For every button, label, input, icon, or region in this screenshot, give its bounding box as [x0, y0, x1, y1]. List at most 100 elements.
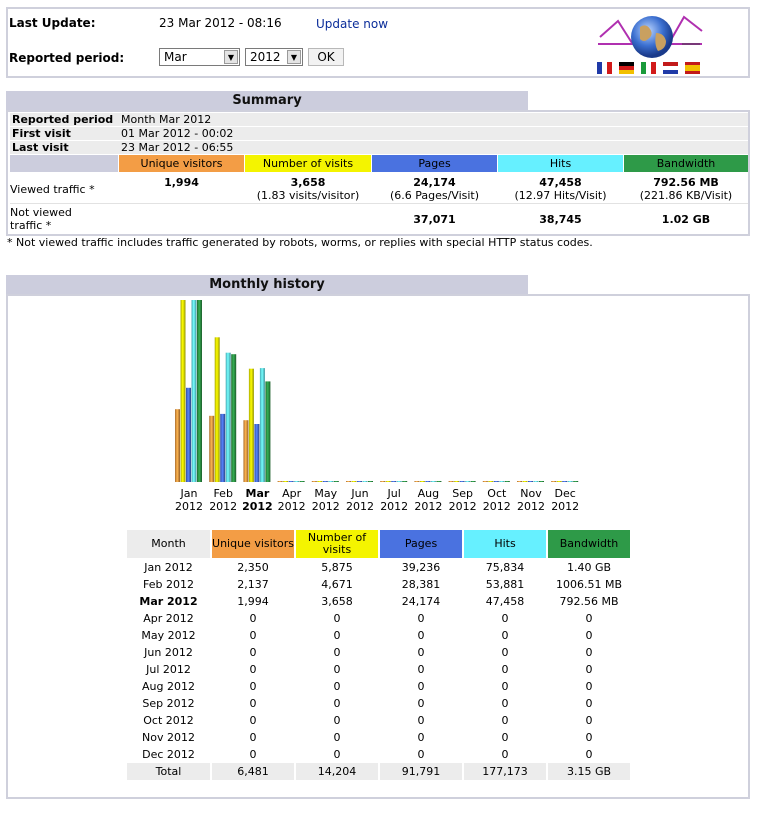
bar-bandwidth_mb-mar	[265, 381, 271, 482]
bar-pages-dec	[562, 481, 568, 482]
bar-hits-dec	[567, 481, 573, 482]
bar-visits-feb	[214, 337, 220, 482]
month-table-total-month: Total	[127, 763, 210, 780]
bar-unique-jul	[380, 481, 386, 482]
x-tick-year-aug: 2012	[414, 500, 442, 513]
month-table-cell-visits: 0	[333, 748, 341, 761]
bar-visits-mar	[248, 368, 254, 482]
bar-bandwidth_mb-nov	[539, 481, 544, 482]
month-table-cell-visits: 5,875	[321, 561, 353, 574]
month-table-header-visits: Number of visits	[296, 530, 378, 558]
x-tick-year-apr: 2012	[278, 500, 306, 513]
bar-pages-mar	[254, 424, 260, 482]
month-table-cell-hits: 0	[501, 680, 509, 693]
bar-pages-jul	[391, 481, 397, 482]
month-table-cell-unique: 0	[249, 697, 257, 710]
month-table-header-hits: Hits	[464, 530, 546, 558]
bar-bandwidth_mb-may	[333, 481, 339, 482]
bar-hits-sep	[465, 481, 471, 482]
x-tick-year-jan: 2012	[175, 500, 203, 513]
month-table-cell-month: Oct 2012	[143, 714, 194, 727]
bar-visits-oct	[488, 481, 494, 482]
month-table-header-unique: Unique visitors	[212, 530, 294, 558]
month-table-cell-month: May 2012	[141, 629, 196, 642]
x-tick-month-nov: Nov	[520, 487, 542, 500]
bar-bandwidth_mb-aug	[436, 481, 442, 482]
bar-unique-dec	[551, 481, 557, 482]
x-tick-month-jun: Jun	[350, 487, 368, 500]
bar-visits-dec	[556, 481, 562, 482]
month-table-cell-hits: 0	[501, 629, 509, 642]
month-table-total-hits: 177,173	[464, 763, 546, 780]
bar-hits-aug	[430, 481, 436, 482]
x-tick-month-feb: Feb	[213, 487, 232, 500]
bar-unique-mar	[243, 420, 249, 482]
bar-hits-apr	[294, 481, 300, 482]
month-table-cell-bandwidth: 0	[585, 646, 593, 659]
month-table-cell-pages: 0	[417, 646, 425, 659]
monthly-history-chart: Jan2012Feb2012Mar2012Apr2012May2012Jun20…	[175, 300, 579, 513]
x-tick-month-jul: Jul	[387, 487, 401, 500]
bar-hits-may	[328, 481, 334, 482]
month-table-cell-unique: 0	[249, 731, 257, 744]
bar-pages-apr	[288, 481, 294, 482]
bar-unique-sep	[448, 481, 454, 482]
bar-bandwidth_mb-dec	[573, 481, 579, 482]
bar-hits-jul	[396, 481, 402, 482]
month-table-header-pages: Pages	[380, 530, 462, 558]
bar-hits-oct	[499, 481, 505, 482]
month-table-cell-bandwidth: 0	[585, 731, 593, 744]
month-table-cell-visits: 0	[333, 680, 341, 693]
bar-pages-jun	[357, 481, 362, 482]
month-table-cell-unique: 0	[249, 663, 257, 676]
month-table-cell-month: Nov 2012	[142, 731, 195, 744]
month-table-cell-month: Jun 2012	[144, 646, 193, 659]
x-tick-year-dec: 2012	[551, 500, 579, 513]
month-table-total-unique: 6,481	[212, 763, 294, 780]
month-table-cell-unique: 0	[249, 748, 257, 761]
month-table-cell-pages: 0	[417, 680, 425, 693]
month-table-total-bandwidth: 3.15 GB	[548, 763, 630, 780]
month-table-cell-pages: 0	[417, 612, 425, 625]
month-table-cell-hits: 0	[501, 612, 509, 625]
month-table-cell-visits: 3,658	[321, 595, 353, 608]
x-tick-month-aug: Aug	[418, 487, 439, 500]
x-tick-month-oct: Oct	[487, 487, 507, 500]
bar-pages-jan	[186, 387, 191, 482]
month-table-cell-hits: 0	[501, 697, 509, 710]
x-tick-month-sep: Sep	[452, 487, 473, 500]
bar-hits-jun	[362, 481, 368, 482]
month-table-cell-bandwidth: 1006.51 MB	[555, 578, 623, 591]
bar-visits-aug	[419, 481, 425, 482]
month-table-total-visits: 14,204	[296, 763, 378, 780]
month-table-cell-hits: 0	[501, 714, 509, 727]
month-table-cell-month: Jan 2012	[144, 561, 193, 574]
month-table-cell-bandwidth: 0	[585, 697, 593, 710]
bar-unique-aug	[414, 481, 420, 482]
month-table-cell-unique: 2,137	[237, 578, 269, 591]
month-table-cell-month: Aug 2012	[142, 680, 195, 693]
month-table-cell-bandwidth: 0	[585, 629, 593, 642]
month-table-cell-unique: 2,350	[237, 561, 269, 574]
month-table-cell-unique: 0	[249, 612, 257, 625]
month-table-cell-bandwidth: 0	[585, 612, 593, 625]
bar-bandwidth_mb-feb	[231, 354, 237, 482]
month-table-cell-visits: 0	[333, 714, 341, 727]
x-tick-month-mar: Mar	[246, 487, 270, 500]
month-table-cell-pages: 0	[417, 697, 425, 710]
bar-hits-mar	[259, 368, 265, 482]
bar-bandwidth_mb-apr	[299, 481, 305, 482]
x-tick-year-jul: 2012	[380, 500, 408, 513]
month-table-cell-visits: 0	[333, 731, 341, 744]
bar-bandwidth_mb-sep	[470, 481, 476, 482]
bar-unique-feb	[209, 415, 215, 482]
month-table-cell-hits: 0	[501, 731, 509, 744]
bar-bandwidth_mb-jun	[368, 481, 373, 482]
bar-pages-feb	[220, 413, 226, 482]
month-table-cell-month: Jul 2012	[146, 663, 191, 676]
month-table-cell-pages: 39,236	[401, 561, 441, 574]
bar-unique-jun	[346, 481, 351, 482]
bar-visits-jul	[385, 481, 391, 482]
x-tick-month-may: May	[314, 487, 337, 500]
month-table-cell-month: Dec 2012	[142, 748, 195, 761]
